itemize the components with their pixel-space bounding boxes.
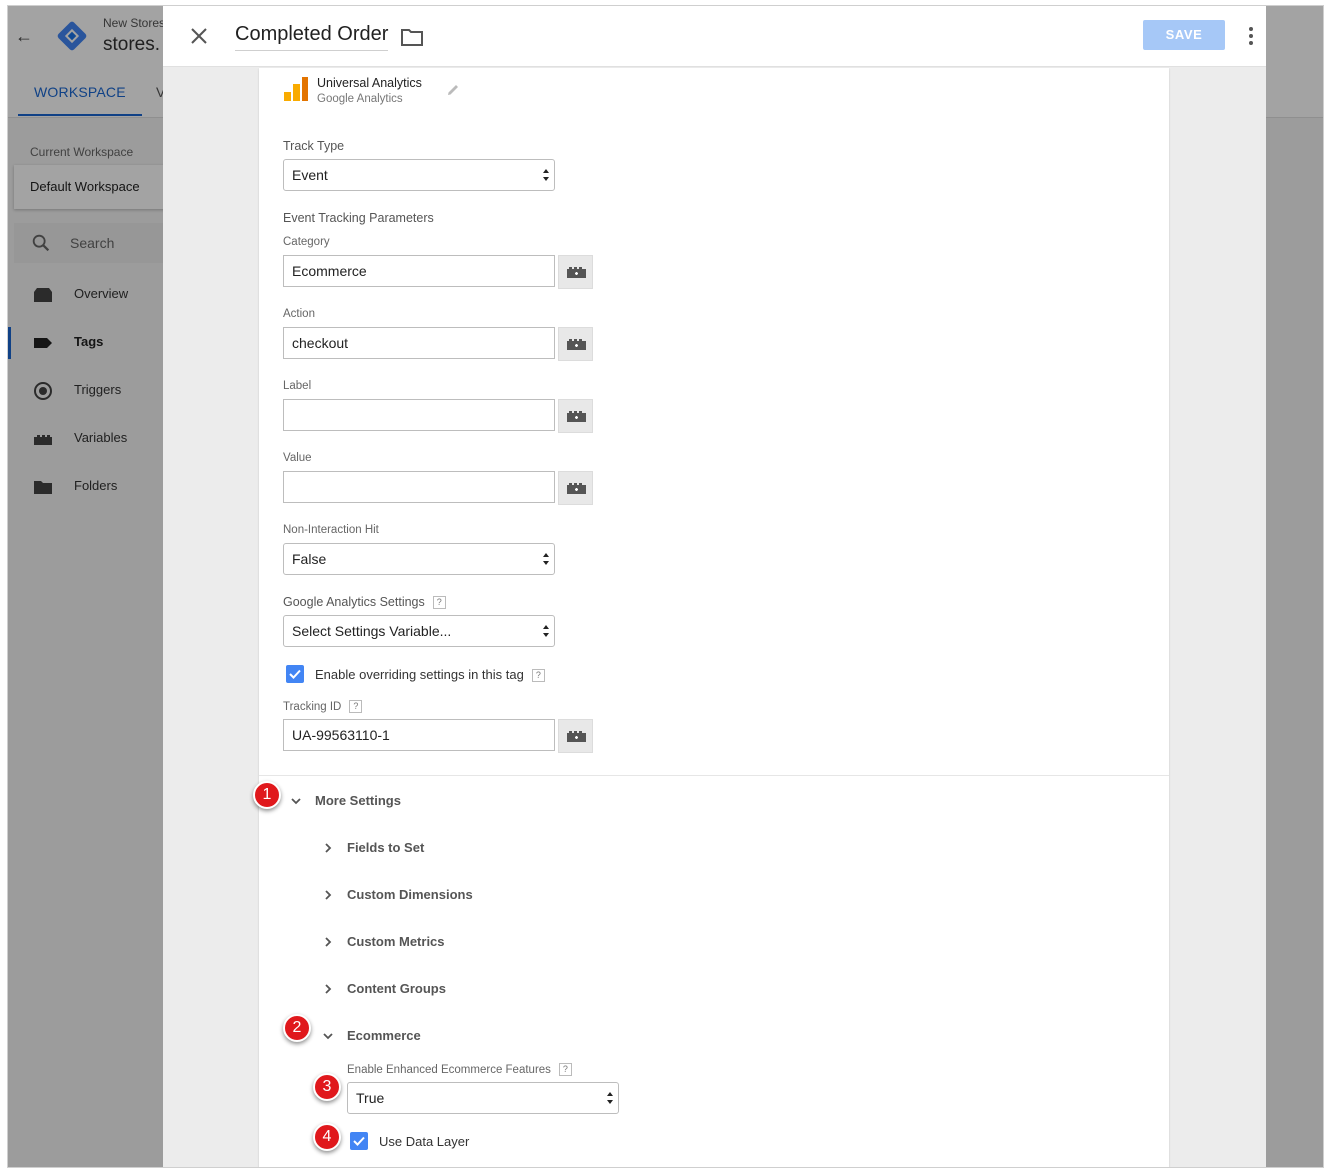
chevron-down-icon	[323, 1033, 333, 1040]
non-interaction-select[interactable]: False	[283, 543, 555, 575]
tag-type-name: Universal Analytics	[317, 76, 422, 90]
add-variable-icon	[567, 267, 586, 278]
annotation-badge-1: 1	[253, 781, 281, 809]
custom-metrics-toggle[interactable]: Custom Metrics	[321, 931, 521, 955]
action-field[interactable]: checkout	[283, 327, 555, 359]
folder-icon[interactable]	[400, 26, 424, 48]
tag-configuration-card: Universal Analytics Google Analytics Tra…	[259, 68, 1169, 1167]
tracking-id-variable-button[interactable]	[558, 719, 593, 753]
tag-editor-panel: Completed Order SAVE Universal Analytics…	[163, 6, 1266, 1167]
help-icon[interactable]: ?	[558, 1063, 572, 1076]
google-analytics-logo-icon	[284, 77, 308, 101]
annotation-badge-4: 4	[313, 1123, 341, 1151]
chevron-right-icon	[325, 843, 332, 853]
enhanced-ecommerce-select[interactable]: True	[347, 1082, 619, 1114]
ecommerce-toggle[interactable]: Ecommerce	[321, 1025, 521, 1049]
annotation-badge-3: 3	[313, 1073, 341, 1101]
save-button[interactable]: SAVE	[1143, 20, 1225, 50]
category-variable-button[interactable]	[558, 255, 593, 289]
edit-pencil-icon[interactable]	[445, 82, 461, 98]
enhanced-ecommerce-value: True	[356, 1090, 385, 1106]
label-field[interactable]	[283, 399, 555, 431]
add-variable-icon	[567, 339, 586, 350]
help-icon[interactable]: ?	[349, 700, 363, 713]
close-icon[interactable]	[187, 24, 211, 48]
tracking-id-label: Tracking ID?	[283, 700, 363, 713]
chevron-right-icon	[325, 937, 332, 947]
ga-settings-select[interactable]: Select Settings Variable...	[283, 615, 555, 647]
panel-header: Completed Order SAVE	[163, 6, 1266, 67]
custom-dimensions-label: Custom Dimensions	[347, 887, 473, 902]
more-settings-label: More Settings	[315, 793, 401, 808]
non-interaction-label: Non-Interaction Hit	[283, 524, 379, 536]
ga-settings-value: Select Settings Variable...	[292, 623, 452, 639]
value-field[interactable]	[283, 471, 555, 503]
select-arrows-icon	[543, 553, 549, 565]
custom-dimensions-toggle[interactable]: Custom Dimensions	[321, 884, 521, 908]
label-variable-button[interactable]	[558, 399, 593, 433]
action-label: Action	[283, 308, 315, 320]
use-data-layer-checkbox[interactable]	[350, 1132, 368, 1150]
checkmark-icon	[353, 1136, 365, 1146]
value-label: Value	[283, 452, 312, 464]
add-variable-icon	[567, 411, 586, 422]
section-divider	[259, 775, 1169, 776]
add-variable-icon	[567, 483, 586, 494]
chevron-right-icon	[325, 890, 332, 900]
non-interaction-value: False	[292, 551, 327, 567]
checkmark-icon	[289, 669, 301, 679]
tag-type-vendor: Google Analytics	[317, 93, 403, 105]
more-vert-icon[interactable]	[1243, 24, 1259, 48]
chevron-down-icon	[291, 798, 301, 805]
tag-name-title[interactable]: Completed Order	[235, 23, 389, 51]
value-variable-button[interactable]	[558, 471, 593, 505]
override-settings-label: Enable overriding settings in this tag?	[315, 667, 545, 682]
enhanced-ecommerce-label-text: Enable Enhanced Ecommerce Features	[347, 1064, 551, 1076]
track-type-select[interactable]: Event	[283, 159, 555, 191]
window-frame: ← New Stores stores. WORKSPACE V Current…	[7, 5, 1324, 1168]
ga-settings-label: Google Analytics Settings?	[283, 595, 446, 609]
add-variable-icon	[567, 731, 586, 742]
help-icon[interactable]: ?	[432, 596, 446, 609]
tracking-id-label-text: Tracking ID	[283, 701, 342, 713]
category-field[interactable]: Ecommerce	[283, 255, 555, 287]
label-field-label: Label	[283, 380, 312, 392]
event-params-heading: Event Tracking Parameters	[283, 211, 434, 225]
override-settings-text: Enable overriding settings in this tag	[315, 667, 524, 682]
ecommerce-label: Ecommerce	[347, 1028, 421, 1043]
enhanced-ecommerce-label: Enable Enhanced Ecommerce Features?	[347, 1063, 572, 1076]
fields-to-set-label: Fields to Set	[347, 840, 425, 855]
annotation-badge-2: 2	[283, 1014, 311, 1042]
custom-metrics-label: Custom Metrics	[347, 934, 445, 949]
select-arrows-icon	[543, 625, 549, 637]
action-variable-button[interactable]	[558, 327, 593, 361]
track-type-label: Track Type	[283, 139, 345, 153]
select-arrows-icon	[543, 169, 549, 181]
use-data-layer-label: Use Data Layer	[379, 1134, 470, 1149]
select-arrows-icon	[607, 1092, 613, 1104]
help-icon[interactable]: ?	[531, 669, 545, 682]
track-type-value: Event	[292, 167, 328, 183]
content-groups-toggle[interactable]: Content Groups	[321, 978, 521, 1002]
ga-settings-label-text: Google Analytics Settings	[283, 595, 425, 609]
tracking-id-field[interactable]: UA-99563110-1	[283, 719, 555, 751]
more-settings-toggle[interactable]: More Settings	[289, 790, 489, 814]
override-settings-checkbox[interactable]	[286, 665, 304, 683]
chevron-right-icon	[325, 984, 332, 994]
content-groups-label: Content Groups	[347, 981, 446, 996]
category-label: Category	[283, 236, 330, 248]
fields-to-set-toggle[interactable]: Fields to Set	[321, 837, 521, 861]
